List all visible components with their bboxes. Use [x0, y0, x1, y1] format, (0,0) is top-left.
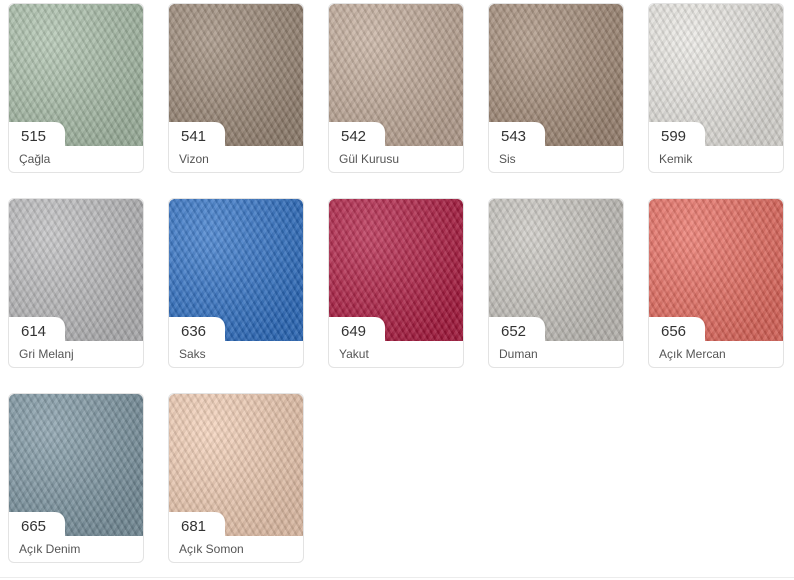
color-name: Açık Mercan	[659, 347, 726, 361]
color-name: Çağla	[19, 152, 51, 166]
bottom-divider	[0, 577, 794, 578]
color-name: Saks	[179, 347, 206, 361]
color-code: 614	[9, 317, 65, 345]
color-name: Vizon	[179, 152, 209, 166]
color-card-649[interactable]: 649 Yakut	[328, 198, 464, 368]
color-code: 541	[169, 122, 225, 150]
color-card-656[interactable]: 656 Açık Mercan	[648, 198, 784, 368]
color-name: Açık Somon	[179, 542, 244, 556]
color-code: 665	[9, 512, 65, 540]
color-card-542[interactable]: 542 Gül Kurusu	[328, 3, 464, 173]
color-code: 599	[649, 122, 705, 150]
color-card-515[interactable]: 515 Çağla	[8, 3, 144, 173]
color-name: Kemik	[659, 152, 693, 166]
color-name: Gül Kurusu	[339, 152, 400, 166]
color-card-681[interactable]: 681 Açık Somon	[168, 393, 304, 563]
color-code: 542	[329, 122, 385, 150]
color-name: Duman	[499, 347, 538, 361]
color-code: 636	[169, 317, 225, 345]
color-name: Yakut	[339, 347, 369, 361]
color-card-636[interactable]: 636 Saks	[168, 198, 304, 368]
color-card-541[interactable]: 541 Vizon	[168, 3, 304, 173]
color-name: Açık Denim	[19, 542, 81, 556]
color-card-543[interactable]: 543 Sis	[488, 3, 624, 173]
color-card-614[interactable]: 614 Gri Melanj	[8, 198, 144, 368]
color-code: 649	[329, 317, 385, 345]
color-card-652[interactable]: 652 Duman	[488, 198, 624, 368]
color-code: 515	[9, 122, 65, 150]
color-code: 543	[489, 122, 545, 150]
color-name: Sis	[499, 152, 516, 166]
color-card-665[interactable]: 665 Açık Denim	[8, 393, 144, 563]
color-code: 656	[649, 317, 705, 345]
color-code: 652	[489, 317, 545, 345]
color-card-599[interactable]: 599 Kemik	[648, 3, 784, 173]
color-code: 681	[169, 512, 225, 540]
color-swatch-grid: 515 Çağla 541 Vizon 542 Gül Kurusu 543 S…	[0, 0, 794, 580]
color-name: Gri Melanj	[19, 347, 74, 361]
